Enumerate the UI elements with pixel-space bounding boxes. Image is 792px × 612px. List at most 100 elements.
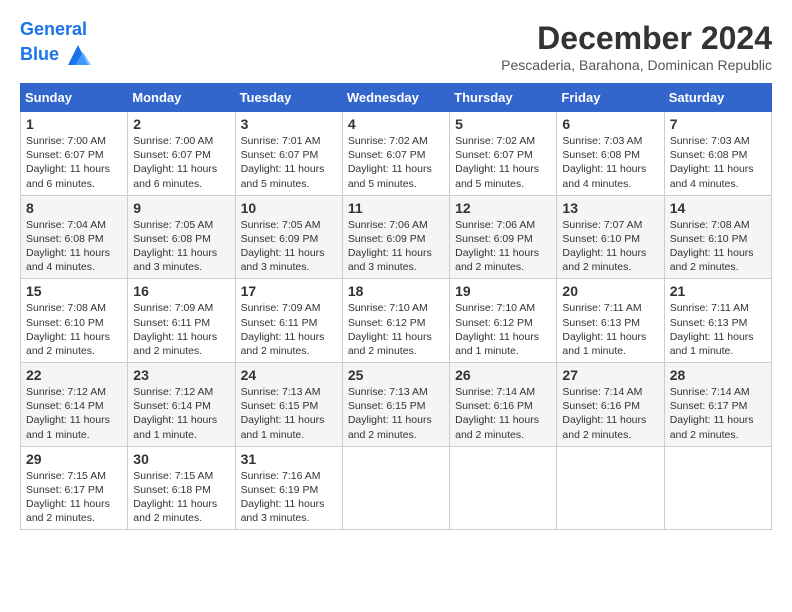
calendar-cell: 22Sunrise: 7:12 AMSunset: 6:14 PMDayligh… — [21, 363, 128, 447]
calendar-cell: 21Sunrise: 7:11 AMSunset: 6:13 PMDayligh… — [664, 279, 771, 363]
calendar-cell: 11 Sunrise: 7:06 AMSunset: 6:09 PMDayligh… — [342, 195, 449, 279]
day-detail: Sunrise: 7:14 AMSunset: 6:16 PMDaylight:… — [562, 385, 658, 442]
day-number: 12 — [455, 200, 551, 216]
day-number: 15 — [26, 283, 122, 299]
day-number: 6 — [562, 116, 658, 132]
day-number: 5 — [455, 116, 551, 132]
day-detail: Sunrise: 7:08 AMSunset: 6:10 PMDaylight:… — [26, 301, 122, 358]
day-number: 4 — [348, 116, 444, 132]
day-number: 25 — [348, 367, 444, 383]
day-number: 2 — [133, 116, 229, 132]
calendar-cell: 4 Sunrise: 7:02 AMSunset: 6:07 PMDaylight… — [342, 112, 449, 196]
calendar-cell: 17 Sunrise: 7:09 AMSunset: 6:11 PMDayligh… — [235, 279, 342, 363]
calendar-cell: 24 Sunrise: 7:13 AMSunset: 6:15 PMDayligh… — [235, 363, 342, 447]
day-detail: Sunrise: 7:09 AMSunset: 6:11 PMDaylight:… — [133, 301, 229, 358]
header-sunday: Sunday — [21, 84, 128, 112]
day-number: 7 — [670, 116, 766, 132]
header-thursday: Thursday — [450, 84, 557, 112]
day-detail: Sunrise: 7:10 AMSunset: 6:12 PMDaylight:… — [455, 301, 551, 358]
calendar-cell: 29 Sunrise: 7:15 AMSunset: 6:17 PMDayligh… — [21, 446, 128, 530]
calendar-cell: 31 Sunrise: 7:16 AMSunset: 6:19 PMDayligh… — [235, 446, 342, 530]
calendar-cell: 7 Sunrise: 7:03 AMSunset: 6:08 PMDaylight… — [664, 112, 771, 196]
calendar-cell: 5 Sunrise: 7:02 AMSunset: 6:07 PMDaylight… — [450, 112, 557, 196]
day-detail: Sunrise: 7:01 AMSunset: 6:07 PMDaylight:… — [241, 134, 337, 191]
month-title: December 2024 — [501, 20, 772, 57]
day-detail: Sunrise: 7:08 AMSunset: 6:10 PMDaylight:… — [670, 218, 766, 275]
day-number: 30 — [133, 451, 229, 467]
day-detail: Sunrise: 7:12 AMSunset: 6:14 PMDaylight:… — [26, 385, 122, 442]
day-detail: Sunrise: 7:06 AMSunset: 6:09 PMDaylight:… — [348, 218, 444, 275]
day-detail: Sunrise: 7:05 AMSunset: 6:08 PMDaylight:… — [133, 218, 229, 275]
calendar-cell: 12Sunrise: 7:06 AMSunset: 6:09 PMDayligh… — [450, 195, 557, 279]
day-detail: Sunrise: 7:04 AMSunset: 6:08 PMDaylight:… — [26, 218, 122, 275]
day-detail: Sunrise: 7:00 AMSunset: 6:07 PMDaylight:… — [26, 134, 122, 191]
calendar-cell: 14 Sunrise: 7:08 AMSunset: 6:10 PMDayligh… — [664, 195, 771, 279]
day-number: 3 — [241, 116, 337, 132]
day-detail: Sunrise: 7:05 AMSunset: 6:09 PMDaylight:… — [241, 218, 337, 275]
day-number: 9 — [133, 200, 229, 216]
logo: General Blue — [20, 20, 93, 70]
calendar-table: SundayMondayTuesdayWednesdayThursdayFrid… — [20, 83, 772, 530]
day-detail: Sunrise: 7:07 AMSunset: 6:10 PMDaylight:… — [562, 218, 658, 275]
day-detail: Sunrise: 7:15 AMSunset: 6:17 PMDaylight:… — [26, 469, 122, 526]
calendar-cell: 9 Sunrise: 7:05 AMSunset: 6:08 PMDaylight… — [128, 195, 235, 279]
logo-icon — [63, 40, 93, 70]
day-number: 27 — [562, 367, 658, 383]
day-number: 21 — [670, 283, 766, 299]
day-detail: Sunrise: 7:02 AMSunset: 6:07 PMDaylight:… — [455, 134, 551, 191]
day-detail: Sunrise: 7:03 AMSunset: 6:08 PMDaylight:… — [670, 134, 766, 191]
calendar-cell: 20Sunrise: 7:11 AMSunset: 6:13 PMDayligh… — [557, 279, 664, 363]
day-detail: Sunrise: 7:14 AMSunset: 6:17 PMDaylight:… — [670, 385, 766, 442]
location-subtitle: Pescaderia, Barahona, Dominican Republic — [501, 57, 772, 73]
calendar-cell: 15 Sunrise: 7:08 AMSunset: 6:10 PMDayligh… — [21, 279, 128, 363]
calendar-cell: 23 Sunrise: 7:12 AMSunset: 6:14 PMDayligh… — [128, 363, 235, 447]
day-number: 20 — [562, 283, 658, 299]
day-detail: Sunrise: 7:00 AMSunset: 6:07 PMDaylight:… — [133, 134, 229, 191]
day-detail: Sunrise: 7:13 AMSunset: 6:15 PMDaylight:… — [348, 385, 444, 442]
calendar-cell — [450, 446, 557, 530]
calendar-cell: 28 Sunrise: 7:14 AMSunset: 6:17 PMDayligh… — [664, 363, 771, 447]
header-saturday: Saturday — [664, 84, 771, 112]
page-header: General Blue December 2024 Pescaderia, B… — [20, 20, 772, 73]
day-number: 10 — [241, 200, 337, 216]
day-number: 19 — [455, 283, 551, 299]
day-number: 26 — [455, 367, 551, 383]
calendar-cell: 1Sunrise: 7:00 AMSunset: 6:07 PMDaylight… — [21, 112, 128, 196]
logo-text: General — [20, 20, 93, 40]
day-detail: Sunrise: 7:13 AMSunset: 6:15 PMDaylight:… — [241, 385, 337, 442]
logo-text2: Blue — [20, 40, 93, 70]
calendar-cell: 27 Sunrise: 7:14 AMSunset: 6:16 PMDayligh… — [557, 363, 664, 447]
calendar-cell: 2 Sunrise: 7:00 AMSunset: 6:07 PMDaylight… — [128, 112, 235, 196]
day-number: 23 — [133, 367, 229, 383]
calendar-cell: 3 Sunrise: 7:01 AMSunset: 6:07 PMDaylight… — [235, 112, 342, 196]
calendar-cell — [664, 446, 771, 530]
calendar-cell: 25 Sunrise: 7:13 AMSunset: 6:15 PMDayligh… — [342, 363, 449, 447]
day-detail: Sunrise: 7:12 AMSunset: 6:14 PMDaylight:… — [133, 385, 229, 442]
day-number: 18 — [348, 283, 444, 299]
header-wednesday: Wednesday — [342, 84, 449, 112]
day-number: 28 — [670, 367, 766, 383]
calendar-header-row: SundayMondayTuesdayWednesdayThursdayFrid… — [21, 84, 772, 112]
day-detail: Sunrise: 7:09 AMSunset: 6:11 PMDaylight:… — [241, 301, 337, 358]
title-area: December 2024 Pescaderia, Barahona, Domi… — [501, 20, 772, 73]
day-number: 29 — [26, 451, 122, 467]
day-detail: Sunrise: 7:14 AMSunset: 6:16 PMDaylight:… — [455, 385, 551, 442]
day-detail: Sunrise: 7:16 AMSunset: 6:19 PMDaylight:… — [241, 469, 337, 526]
header-tuesday: Tuesday — [235, 84, 342, 112]
day-number: 11 — [348, 200, 444, 216]
day-detail: Sunrise: 7:03 AMSunset: 6:08 PMDaylight:… — [562, 134, 658, 191]
day-number: 31 — [241, 451, 337, 467]
day-number: 14 — [670, 200, 766, 216]
day-number: 24 — [241, 367, 337, 383]
day-number: 16 — [133, 283, 229, 299]
day-number: 8 — [26, 200, 122, 216]
day-number: 13 — [562, 200, 658, 216]
calendar-cell: 13 Sunrise: 7:07 AMSunset: 6:10 PMDayligh… — [557, 195, 664, 279]
calendar-cell: 8 Sunrise: 7:04 AMSunset: 6:08 PMDaylight… — [21, 195, 128, 279]
calendar-cell: 19 Sunrise: 7:10 AMSunset: 6:12 PMDayligh… — [450, 279, 557, 363]
calendar-cell — [342, 446, 449, 530]
day-detail: Sunrise: 7:02 AMSunset: 6:07 PMDaylight:… — [348, 134, 444, 191]
calendar-cell: 16 Sunrise: 7:09 AMSunset: 6:11 PMDayligh… — [128, 279, 235, 363]
day-number: 17 — [241, 283, 337, 299]
header-friday: Friday — [557, 84, 664, 112]
